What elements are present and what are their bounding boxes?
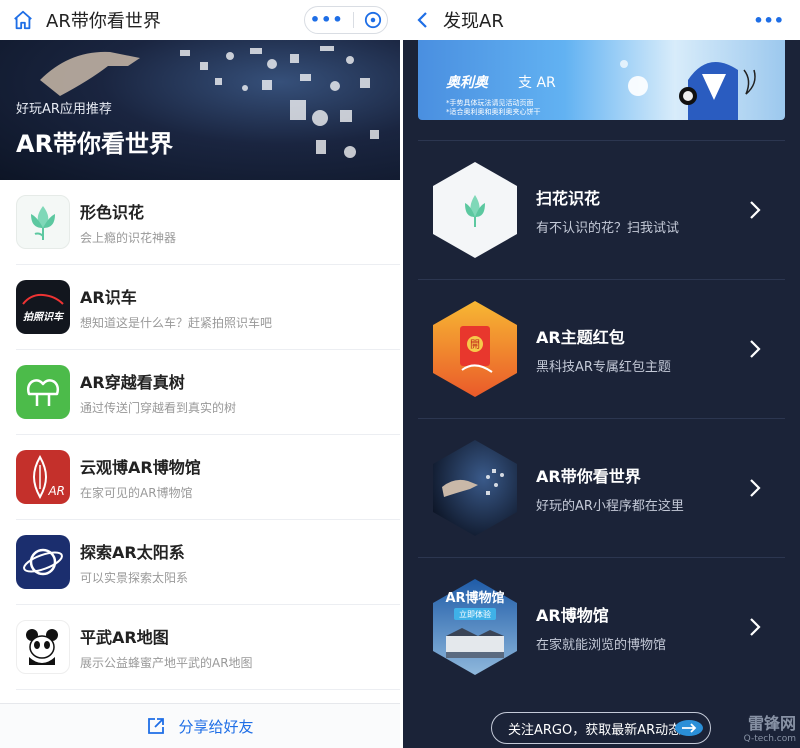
more-dots-icon[interactable]: •••	[310, 12, 344, 28]
banner-subtitle: 好玩AR应用推荐	[16, 102, 112, 117]
list-item[interactable]: 開 AR主题红包黑科技AR专属红包主题	[418, 279, 785, 418]
chevron-right-icon	[750, 479, 761, 497]
item-desc: 好玩的AR小程序都在这里	[536, 498, 684, 514]
item-title: 云观博AR博物馆	[80, 457, 201, 477]
item-desc: 展示公益蜂蜜产地平武的AR地图	[80, 655, 253, 670]
chevron-right-icon	[750, 201, 761, 219]
share-label: 分享给好友	[178, 717, 254, 736]
list-item[interactable]: AR穿越看真树通过传送门穿越看到真实的树	[16, 350, 400, 435]
item-title: AR穿越看真树	[80, 372, 185, 392]
item-title: 扫花识花	[536, 188, 601, 208]
chevron-right-icon	[750, 340, 761, 358]
share-button[interactable]: 分享给好友	[0, 703, 400, 748]
item-desc: 有不认识的花？扫我试试	[536, 220, 680, 236]
promo-banner[interactable]: 奥利奥 支 AR *手势具体玩法请见活动页面 *适合奥利奥和奥利奥夹心饼干	[418, 40, 785, 120]
list-item[interactable]: 拍照识车 AR识车想知道这是什么车？赶紧拍照识车吧	[16, 265, 400, 350]
follow-argo-button[interactable]: 关注ARGO，获取最新AR动态	[491, 712, 711, 744]
item-desc: 黑科技AR专属红包主题	[536, 359, 671, 375]
tree-icon	[16, 365, 70, 419]
right-screen: 发现AR ••• 奥利奥 支 AR *手势具体玩法请见活动页面 *适合奥利奥和奥…	[403, 0, 800, 748]
page-title: 发现AR	[443, 11, 504, 32]
app-list: 形色识花会上瘾的识花神器 拍照识车 AR识车想知道这是什么车？赶紧拍照识车吧 A…	[0, 180, 400, 690]
flower-hex-icon	[433, 162, 517, 258]
item-title: AR主题红包	[536, 327, 625, 347]
discover-list: 扫花识花 有不认识的花？扫我试试 開 AR主题红包 黑科技AR专属红包主题 AR…	[418, 140, 785, 696]
envelope-glyph: 開	[470, 339, 480, 351]
follow-label: 关注ARGO，获取最新AR动态	[508, 722, 682, 738]
banner[interactable]: 好玩AR应用推荐 AR带你看世界	[0, 40, 400, 180]
watermark-en: Q-tech.com	[743, 734, 796, 744]
promo-fine-print: *适合奥利奥和奥利奥夹心饼干	[446, 108, 541, 116]
museum-icon: AR	[16, 450, 70, 504]
museum-hex-icon: AR博物馆 立即体验	[433, 579, 517, 675]
item-title: AR博物馆	[536, 605, 609, 625]
list-item[interactable]: 平武AR地图展示公益蜂蜜产地平武的AR地图	[16, 605, 400, 690]
museum-hex-title: AR博物馆	[445, 590, 504, 606]
promo-person-illustration	[620, 60, 756, 120]
item-title: 形色识花	[80, 202, 145, 222]
world-hex-icon	[433, 440, 517, 536]
arrow-right-icon	[675, 720, 703, 736]
list-item[interactable]: AR 云观博AR博物馆在家可见的AR博物馆	[16, 435, 400, 520]
close-circle-icon[interactable]	[364, 11, 382, 29]
left-header: AR带你看世界 •••	[0, 0, 400, 40]
item-title: AR识车	[80, 287, 137, 307]
chevron-right-icon	[750, 618, 761, 636]
item-desc: 可以实景探索太阳系	[80, 570, 189, 585]
item-desc: 想知道这是什么车？赶紧拍照识车吧	[80, 315, 273, 330]
list-item[interactable]: AR带你看世界好玩的AR小程序都在这里	[418, 418, 785, 557]
list-item[interactable]: AR博物馆 立即体验 AR博物馆在家就能浏览的博物馆	[418, 557, 785, 696]
banner-title: AR带你看世界	[16, 130, 174, 158]
item-desc: 会上瘾的识花神器	[80, 230, 177, 245]
menu-capsule: •••	[304, 6, 388, 34]
right-header: 发现AR •••	[403, 0, 800, 40]
red-envelope-icon: 開	[433, 301, 517, 397]
item-desc: 在家就能浏览的博物馆	[536, 637, 667, 653]
planet-icon	[16, 535, 70, 589]
item-desc: 在家可见的AR博物馆	[80, 485, 193, 500]
car-icon-label: 拍照识车	[23, 311, 63, 323]
item-title: 探索AR太阳系	[80, 542, 185, 562]
item-title: AR带你看世界	[536, 466, 641, 486]
list-item[interactable]: 形色识花会上瘾的识花神器	[16, 180, 400, 265]
flower-icon	[16, 195, 70, 249]
museum-hex-button: 立即体验	[459, 609, 491, 619]
museum-icon-label: AR	[48, 484, 65, 498]
watermark-cn: 雷锋网	[747, 714, 796, 733]
watermark: 雷锋网 Q-tech.com	[744, 710, 796, 744]
promo-ar-label: 支 AR	[518, 75, 556, 91]
car-icon: 拍照识车	[16, 280, 70, 334]
list-item[interactable]: 探索AR太阳系可以实景探索太阳系	[16, 520, 400, 605]
home-icon[interactable]	[12, 9, 34, 31]
share-icon	[148, 718, 165, 734]
panda-icon	[16, 620, 70, 674]
page-title: AR带你看世界	[46, 11, 161, 32]
capsule-separator	[353, 12, 355, 28]
left-screen: AR带你看世界 ••• 好玩AR应用推荐 AR带你看世界 形色识花 会上瘾的识花…	[0, 0, 400, 748]
list-item[interactable]: 扫花识花有不认识的花？扫我试试	[418, 140, 785, 279]
more-dots-icon[interactable]: •••	[753, 11, 784, 30]
item-desc: 通过传送门穿越看到真实的树	[80, 400, 237, 415]
item-title: 平武AR地图	[80, 627, 169, 647]
back-chevron-icon[interactable]	[413, 10, 433, 30]
promo-brand: 奥利奥	[446, 75, 488, 91]
